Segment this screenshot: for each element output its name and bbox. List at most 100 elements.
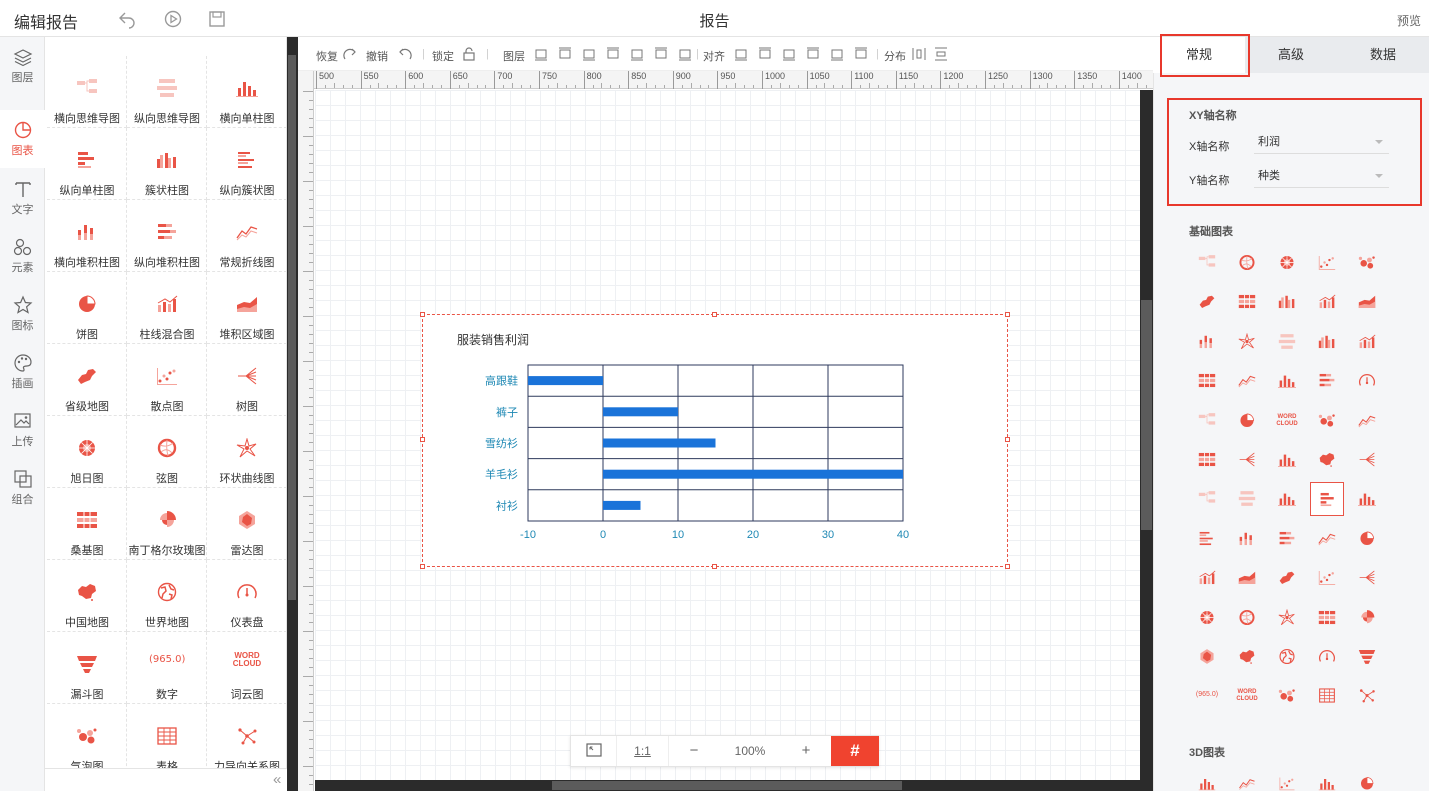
chart-type-option[interactable]: (965.0) bbox=[1190, 679, 1224, 713]
palette-item[interactable]: 表格 bbox=[127, 704, 207, 776]
chart-type-option[interactable] bbox=[1230, 364, 1264, 398]
resize-handle[interactable] bbox=[420, 564, 425, 569]
palette-item[interactable]: 气泡图 bbox=[47, 704, 127, 776]
one-to-one-button[interactable]: 1:1 bbox=[617, 736, 669, 766]
resize-handle[interactable] bbox=[420, 312, 425, 317]
chart-type-option[interactable] bbox=[1230, 482, 1264, 516]
chart-type-option[interactable] bbox=[1190, 561, 1224, 595]
chart-type-option[interactable] bbox=[1230, 561, 1264, 595]
chart-type-option[interactable] bbox=[1350, 522, 1384, 556]
chart-type-option[interactable] bbox=[1190, 601, 1224, 635]
chart-3d-option[interactable] bbox=[1190, 768, 1224, 791]
preview-button[interactable]: 预览 bbox=[1397, 12, 1421, 29]
collapse-icon[interactable]: « bbox=[273, 771, 281, 788]
chart-type-option[interactable] bbox=[1350, 601, 1384, 635]
chart-type-option[interactable] bbox=[1190, 285, 1224, 319]
palette-item[interactable]: 横向单柱图 bbox=[207, 56, 286, 128]
palette-item[interactable]: 仪表盘 bbox=[207, 560, 286, 632]
align-button[interactable]: 对齐 bbox=[703, 48, 725, 64]
chart-type-option[interactable] bbox=[1270, 640, 1304, 674]
align-hcenter-icon[interactable] bbox=[758, 47, 772, 61]
resize-handle[interactable] bbox=[1005, 437, 1010, 442]
chart-type-option[interactable] bbox=[1310, 601, 1344, 635]
chart-type-option[interactable] bbox=[1230, 640, 1264, 674]
chart-type-option[interactable] bbox=[1190, 364, 1224, 398]
palette-item[interactable]: 环状曲线图 bbox=[207, 416, 286, 488]
copy-icon[interactable] bbox=[678, 47, 692, 61]
align-left-icon[interactable] bbox=[734, 47, 748, 61]
palette-item[interactable]: 力导向关系图 bbox=[207, 704, 286, 776]
grid-toggle-button[interactable]: # bbox=[831, 736, 879, 766]
chart-type-option[interactable] bbox=[1350, 443, 1384, 477]
undo-button[interactable]: 撤销 bbox=[366, 48, 388, 64]
chart-type-option[interactable] bbox=[1310, 246, 1344, 280]
chart-type-option[interactable] bbox=[1350, 482, 1384, 516]
chart-type-option[interactable] bbox=[1350, 404, 1384, 438]
align-right-icon[interactable] bbox=[782, 47, 796, 61]
palette-item[interactable]: 省级地图 bbox=[47, 344, 127, 416]
zoom-in-button[interactable]: + bbox=[781, 736, 831, 766]
chart-type-option[interactable]: WORD CLOUD bbox=[1270, 404, 1304, 438]
canvas-horizontal-scroll-thumb[interactable] bbox=[552, 781, 902, 790]
chart-type-option[interactable] bbox=[1310, 561, 1344, 595]
chart-type-option[interactable] bbox=[1230, 522, 1264, 556]
chart-type-option[interactable] bbox=[1190, 443, 1224, 477]
canvas-vertical-scroll-thumb[interactable] bbox=[1141, 300, 1152, 530]
chart-type-option[interactable] bbox=[1270, 325, 1304, 359]
tab-advanced[interactable]: 高级 bbox=[1245, 37, 1337, 73]
chart-3d-option[interactable] bbox=[1230, 768, 1264, 791]
chart-type-option[interactable] bbox=[1230, 325, 1264, 359]
rail-item-chart-pie[interactable]: 图表 bbox=[0, 110, 45, 168]
chart-type-option[interactable] bbox=[1310, 443, 1344, 477]
zoom-out-button[interactable]: − bbox=[669, 736, 719, 766]
chart-type-option[interactable] bbox=[1270, 285, 1304, 319]
chart-type-option[interactable] bbox=[1270, 561, 1304, 595]
palette-item[interactable]: 树图 bbox=[207, 344, 286, 416]
chart-type-option[interactable] bbox=[1190, 325, 1224, 359]
palette-item[interactable]: 世界地图 bbox=[127, 560, 207, 632]
chart-type-option[interactable] bbox=[1270, 443, 1304, 477]
chart-type-option[interactable] bbox=[1230, 601, 1264, 635]
resize-handle[interactable] bbox=[420, 437, 425, 442]
align-bottom-icon[interactable] bbox=[854, 47, 868, 61]
palette-item[interactable]: 纵向单柱图 bbox=[47, 128, 127, 200]
layer-group-icon[interactable] bbox=[534, 47, 548, 61]
chart-type-option[interactable] bbox=[1310, 404, 1344, 438]
palette-item[interactable]: 弦图 bbox=[127, 416, 207, 488]
palette-item[interactable]: 纵向簇状图 bbox=[207, 128, 286, 200]
chart-type-option[interactable] bbox=[1350, 246, 1384, 280]
chart-type-option[interactable] bbox=[1310, 364, 1344, 398]
redo-icon[interactable] bbox=[343, 47, 359, 61]
undo-arrow-icon[interactable] bbox=[396, 47, 412, 61]
palette-item[interactable]: 旭日图 bbox=[47, 416, 127, 488]
chart-type-option[interactable] bbox=[1350, 285, 1384, 319]
rail-item-upload-image[interactable]: 上传 bbox=[0, 401, 45, 459]
lock-icon[interactable] bbox=[462, 47, 476, 61]
bring-top-icon[interactable] bbox=[558, 47, 572, 61]
palette-item[interactable]: (965.0) 数字 bbox=[127, 632, 207, 704]
palette-scroll-thumb[interactable] bbox=[288, 55, 296, 600]
rail-item-text[interactable]: 文字 bbox=[0, 169, 45, 227]
chart-3d-option[interactable] bbox=[1310, 768, 1344, 791]
chart-type-option[interactable] bbox=[1190, 640, 1224, 674]
chart-type-option[interactable] bbox=[1230, 404, 1264, 438]
chart-type-option[interactable] bbox=[1270, 482, 1304, 516]
chart-type-option[interactable] bbox=[1310, 679, 1344, 713]
rail-item-shapes[interactable]: 元素 bbox=[0, 227, 45, 285]
send-backward-icon[interactable] bbox=[630, 47, 644, 61]
chart-3d-option[interactable] bbox=[1350, 768, 1384, 791]
palette-item[interactable]: 桑基图 bbox=[47, 488, 127, 560]
palette-item[interactable]: 横向堆积柱图 bbox=[47, 200, 127, 272]
chart-type-option[interactable] bbox=[1310, 522, 1344, 556]
chart-type-option[interactable] bbox=[1190, 522, 1224, 556]
chart-type-option[interactable] bbox=[1270, 679, 1304, 713]
chart-type-option[interactable] bbox=[1270, 522, 1304, 556]
chart-type-option[interactable] bbox=[1310, 285, 1344, 319]
tab-data[interactable]: 数据 bbox=[1337, 37, 1429, 73]
palette-item[interactable]: 堆积区域图 bbox=[207, 272, 286, 344]
distribute-v-icon[interactable] bbox=[934, 47, 948, 61]
palette-item[interactable]: 散点图 bbox=[127, 344, 207, 416]
chart-type-option[interactable] bbox=[1190, 246, 1224, 280]
align-vcenter-icon[interactable] bbox=[830, 47, 844, 61]
palette-item[interactable]: 南丁格尔玫瑰图 bbox=[127, 488, 207, 560]
